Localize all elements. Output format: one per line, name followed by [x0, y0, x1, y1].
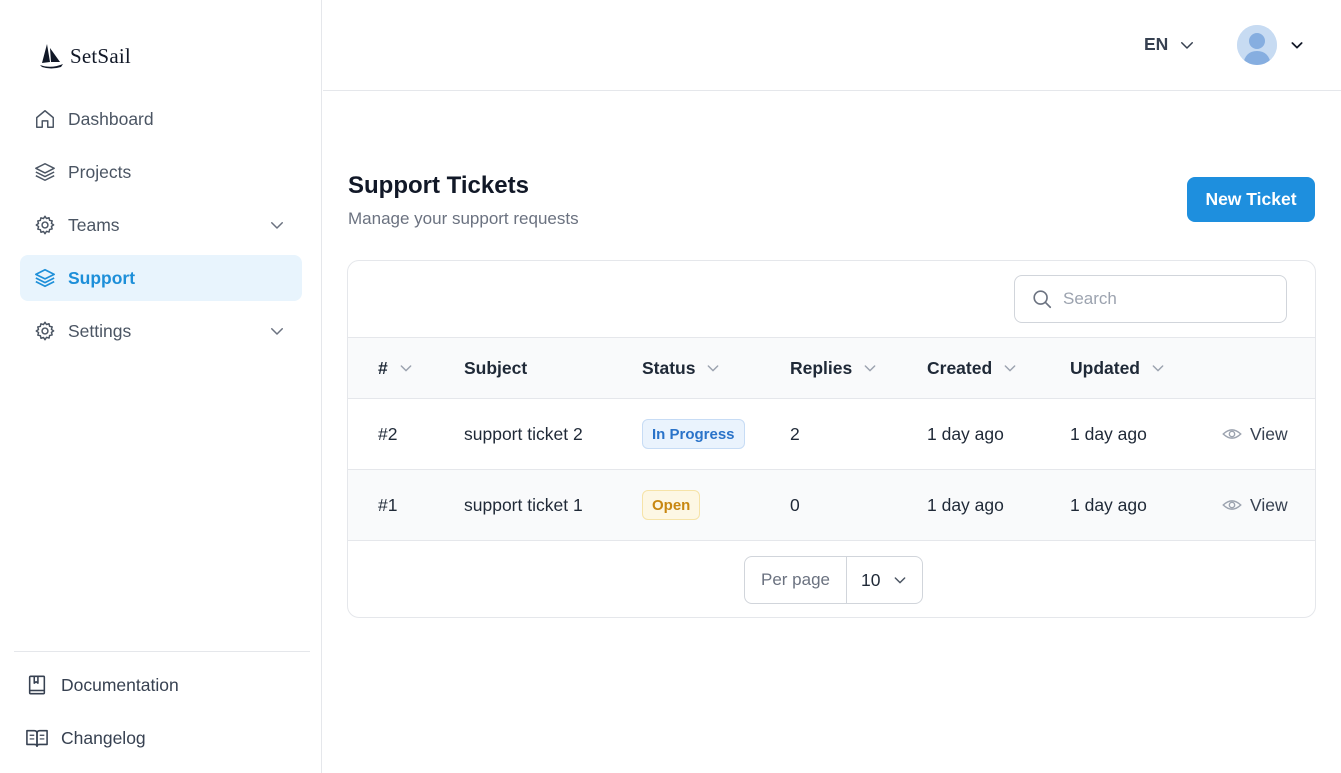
sidebar-item-label: Dashboard — [68, 108, 154, 129]
ticket-replies: 2 — [790, 423, 800, 444]
sidebar-divider — [14, 651, 310, 652]
language-label: EN — [1144, 34, 1169, 54]
table-row: #2 support ticket 2 In Progress 2 1 day … — [348, 399, 1315, 470]
column-header-updated[interactable]: Updated — [1070, 338, 1166, 398]
sidebar: SetSail Dashboard Projects Teams Support… — [0, 0, 322, 773]
chevron-down-icon — [892, 572, 908, 588]
column-label: Replies — [790, 357, 853, 378]
book-icon — [25, 673, 49, 697]
chevron-down-icon — [862, 360, 878, 376]
ticket-replies: 0 — [790, 494, 800, 515]
sidebar-item-label: Projects — [68, 161, 132, 182]
home-icon — [34, 108, 56, 130]
ticket-created: 1 day ago — [927, 423, 1004, 444]
ticket-updated: 1 day ago — [1070, 423, 1147, 444]
sidebar-item-label: Documentation — [61, 674, 179, 695]
ticket-id: #1 — [378, 494, 398, 515]
chevron-down-icon — [1002, 360, 1018, 376]
column-header-created[interactable]: Created — [927, 338, 1018, 398]
view-ticket-link[interactable]: View — [1222, 399, 1288, 469]
ticket-created: 1 day ago — [927, 494, 1004, 515]
chevron-down-icon — [268, 216, 286, 234]
column-header-id[interactable]: # — [378, 338, 414, 398]
sidebar-item-label: Settings — [68, 320, 132, 341]
brand-name: SetSail — [70, 43, 131, 68]
status-badge: In Progress — [642, 419, 745, 449]
ticket-id: #2 — [378, 423, 398, 444]
column-header-replies[interactable]: Replies — [790, 338, 878, 398]
table-row: #1 support ticket 1 Open 0 1 day ago 1 d… — [348, 470, 1315, 541]
chevron-down-icon — [1150, 360, 1166, 376]
ticket-updated: 1 day ago — [1070, 494, 1147, 515]
column-label: # — [378, 357, 388, 378]
user-menu[interactable] — [1237, 25, 1305, 65]
open-book-icon — [25, 726, 49, 750]
search-input[interactable] — [1063, 289, 1263, 309]
per-page-select[interactable]: 10 — [847, 557, 922, 603]
status-badge: Open — [642, 490, 701, 520]
view-label: View — [1250, 423, 1288, 444]
sidebar-nav: Dashboard Projects Teams Support Setting… — [20, 96, 302, 361]
sidebar-item-projects[interactable]: Projects — [20, 149, 302, 195]
chevron-down-icon — [1178, 36, 1196, 54]
page-title: Support Tickets — [348, 172, 529, 199]
sidebar-item-changelog[interactable]: Changelog — [20, 715, 302, 761]
chevron-down-icon — [705, 360, 721, 376]
brand-logo[interactable]: SetSail — [38, 42, 131, 70]
search-icon — [1031, 288, 1053, 310]
gear-icon — [34, 320, 56, 342]
new-ticket-button[interactable]: New Ticket — [1187, 177, 1315, 222]
layers-icon — [34, 267, 56, 289]
sidebar-item-support[interactable]: Support — [20, 255, 302, 301]
avatar — [1237, 25, 1277, 65]
column-header-status[interactable]: Status — [642, 338, 721, 398]
per-page-control: Per page 10 — [744, 556, 924, 604]
view-label: View — [1250, 494, 1288, 515]
eye-icon — [1222, 424, 1242, 444]
column-label: Updated — [1070, 357, 1140, 378]
gear-icon — [34, 214, 56, 236]
column-label: Created — [927, 357, 993, 378]
chevron-down-icon — [398, 360, 414, 376]
status-cell: In Progress — [642, 399, 745, 469]
ticket-subject: support ticket 2 — [464, 423, 583, 444]
column-label: Subject — [464, 357, 528, 378]
chevron-down-icon — [268, 322, 286, 340]
sidebar-item-teams[interactable]: Teams — [20, 202, 302, 248]
view-ticket-link[interactable]: View — [1222, 470, 1288, 540]
sidebar-item-documentation[interactable]: Documentation — [20, 662, 302, 708]
layers-icon — [34, 161, 56, 183]
top-header: EN — [323, 0, 1341, 91]
tickets-card: # Subject Status Replies Created Updated… — [347, 260, 1316, 618]
page-subtitle: Manage your support requests — [348, 209, 579, 228]
sidebar-bottom-links: Documentation Changelog — [20, 662, 302, 768]
sidebar-item-label: Teams — [68, 214, 120, 235]
search-box[interactable] — [1014, 275, 1287, 323]
sidebar-item-settings[interactable]: Settings — [20, 308, 302, 354]
language-selector[interactable]: EN — [1144, 34, 1196, 55]
table-header: # Subject Status Replies Created Updated — [348, 337, 1315, 399]
column-header-subject: Subject — [464, 338, 527, 398]
status-cell: Open — [642, 470, 701, 540]
ticket-subject: support ticket 1 — [464, 494, 583, 515]
sidebar-item-label: Changelog — [61, 727, 146, 748]
per-page-label: Per page — [745, 557, 847, 603]
sidebar-item-label: Support — [68, 267, 136, 288]
sidebar-item-dashboard[interactable]: Dashboard — [20, 96, 302, 142]
chevron-down-icon — [1289, 37, 1305, 53]
column-label: Status — [642, 357, 696, 378]
eye-icon — [1222, 495, 1242, 515]
sailboat-icon — [38, 42, 64, 70]
per-page-value: 10 — [861, 569, 881, 590]
